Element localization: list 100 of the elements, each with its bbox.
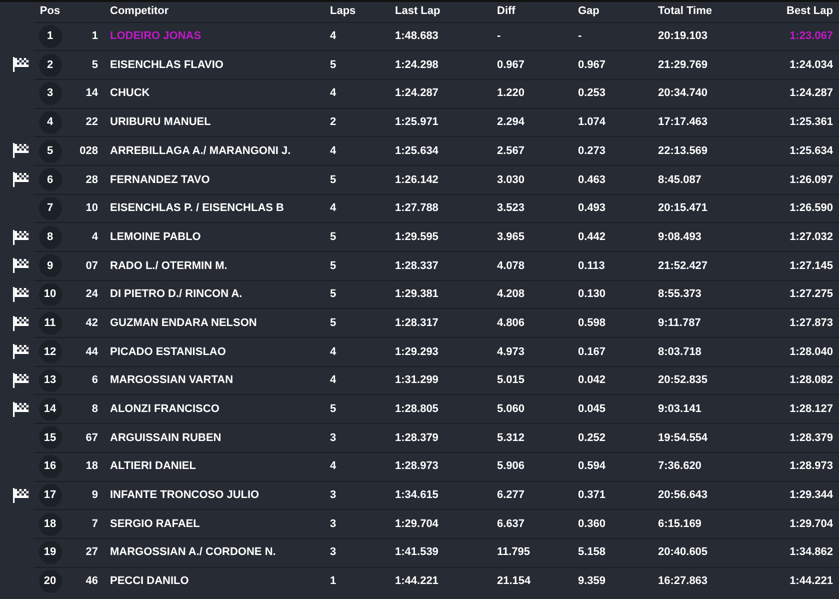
laps-count: 2 bbox=[330, 116, 336, 128]
competitor-name: CHUCK bbox=[110, 87, 150, 100]
gap-time: 0.371 bbox=[578, 489, 606, 502]
best-lap-time: 1:24.034 bbox=[790, 58, 833, 71]
position-badge: 3 bbox=[38, 82, 62, 106]
diff-time: 3.965 bbox=[497, 230, 525, 243]
gap-time: 0.360 bbox=[578, 518, 606, 530]
checkered-flag-icon bbox=[13, 402, 30, 417]
last-lap-time: 1:25.634 bbox=[395, 144, 438, 157]
competitor-name: ARGUISSAIN RUBEN bbox=[110, 432, 222, 444]
checkered-flag-icon bbox=[13, 488, 30, 503]
car-number: 4 bbox=[92, 230, 98, 243]
diff-time: 4.208 bbox=[497, 288, 525, 300]
checkered-flag-icon bbox=[13, 57, 30, 72]
last-lap-time: 1:27.788 bbox=[395, 202, 438, 214]
car-number: 5 bbox=[92, 58, 98, 71]
best-lap-time: 1:29.344 bbox=[790, 489, 833, 502]
laps-count: 3 bbox=[330, 489, 336, 502]
gap-time: 0.442 bbox=[578, 230, 606, 243]
last-lap-time: 1:29.595 bbox=[395, 230, 438, 243]
laps-count: 4 bbox=[330, 30, 336, 42]
total-time: 19:54.554 bbox=[658, 432, 708, 444]
diff-time: 4.806 bbox=[497, 316, 525, 329]
laps-count: 4 bbox=[330, 202, 336, 214]
last-lap-time: 1:41.539 bbox=[395, 546, 438, 558]
car-number: 24 bbox=[86, 288, 98, 300]
laps-header: Laps bbox=[330, 5, 356, 18]
competitor-name: ARREBILLAGA A./ MARANGONI J. bbox=[110, 144, 291, 157]
position-badge: 8 bbox=[38, 226, 62, 249]
position-badge: 16 bbox=[38, 455, 62, 478]
total-time: 20:19.103 bbox=[658, 30, 708, 42]
best-lap-time: 1:26.097 bbox=[790, 174, 833, 186]
last-lap-time: 1:28.805 bbox=[395, 403, 438, 416]
position-badge: 2 bbox=[38, 54, 62, 77]
competitor-name: SERGIO RAFAEL bbox=[110, 518, 200, 530]
last-lap-time: 1:25.971 bbox=[395, 116, 438, 128]
car-number: 10 bbox=[86, 202, 98, 214]
car-number: 22 bbox=[86, 116, 98, 128]
laps-count: 4 bbox=[330, 346, 336, 358]
laps-count: 5 bbox=[330, 230, 336, 243]
laps-count: 4 bbox=[330, 87, 336, 100]
diff-time: 5.906 bbox=[497, 460, 525, 472]
diff-time: 1.220 bbox=[497, 87, 525, 100]
car-number: 18 bbox=[86, 460, 98, 472]
competitor-name: LEMOINE PABLO bbox=[110, 230, 201, 243]
position-badge: 18 bbox=[38, 512, 62, 536]
car-number: 42 bbox=[86, 316, 98, 329]
total-time: 9:11.787 bbox=[658, 316, 701, 329]
best-lap-time: 1:44.221 bbox=[790, 575, 833, 588]
gap-time: 1.074 bbox=[578, 116, 606, 128]
pos-header: Pos bbox=[40, 5, 60, 18]
best-lap-time: 1:28.040 bbox=[790, 346, 833, 358]
checkered-flag-icon bbox=[13, 172, 30, 188]
competitor-name: PECCI DANILO bbox=[110, 575, 189, 588]
car-number: 07 bbox=[86, 260, 98, 272]
gap-time: 0.594 bbox=[578, 460, 606, 472]
last-lap-time: 1:29.293 bbox=[395, 346, 438, 358]
best-lap-time: 1:34.862 bbox=[790, 546, 833, 558]
total-time: 6:15.169 bbox=[658, 518, 702, 530]
best-lap-time: 1:28.127 bbox=[790, 403, 833, 416]
position-badge: 9 bbox=[38, 254, 62, 278]
gap-time: 0.598 bbox=[578, 316, 606, 329]
gap-time: 0.042 bbox=[578, 374, 606, 386]
position-badge: 1 bbox=[38, 24, 62, 48]
best-lap-time: 1:27.032 bbox=[790, 230, 833, 243]
diff-time: 5.312 bbox=[497, 432, 525, 444]
checkered-flag-icon bbox=[13, 316, 30, 331]
total-time: 20:34.740 bbox=[658, 87, 708, 100]
total-time: 9:03.141 bbox=[658, 403, 702, 416]
diff-time: 3.523 bbox=[497, 202, 525, 214]
competitor-name: EISENCHLAS FLAVIO bbox=[110, 58, 224, 71]
total-time: 20:56.643 bbox=[658, 489, 708, 502]
best-lap-time: 1:23.067 bbox=[790, 30, 833, 42]
competitor-header: Competitor bbox=[110, 5, 169, 18]
last-lap-time: 1:29.704 bbox=[395, 518, 438, 530]
last-lap-time: 1:28.317 bbox=[395, 316, 438, 329]
competitor-name: EISENCHLAS P. / EISENCHLAS B bbox=[110, 202, 284, 214]
position-badge: 17 bbox=[38, 484, 62, 507]
best-lap-time: 1:25.634 bbox=[790, 144, 833, 157]
diff-time: 4.973 bbox=[497, 346, 525, 358]
laps-count: 5 bbox=[330, 316, 336, 329]
gap-time: 0.113 bbox=[578, 260, 605, 272]
position-badge: 5 bbox=[38, 140, 62, 163]
competitor-name: MARGOSSIAN VARTAN bbox=[110, 374, 234, 386]
total-time-header: Total Time bbox=[658, 5, 712, 18]
last-lap-time: 1:29.381 bbox=[395, 288, 438, 300]
gap-time: 0.253 bbox=[578, 87, 606, 100]
total-time: 8:55.373 bbox=[658, 288, 702, 300]
total-time: 22:13.569 bbox=[658, 144, 708, 157]
total-time: 17:17.463 bbox=[658, 116, 708, 128]
laps-count: 5 bbox=[330, 403, 336, 416]
competitor-name: FERNANDEZ TAVO bbox=[110, 174, 210, 186]
gap-time: 0.273 bbox=[578, 144, 606, 157]
laps-count: 3 bbox=[330, 546, 336, 558]
last-lap-header: Last Lap bbox=[395, 5, 440, 18]
total-time: 21:29.769 bbox=[658, 58, 708, 71]
diff-time: 5.015 bbox=[497, 374, 525, 386]
position-badge: 4 bbox=[38, 110, 62, 134]
diff-time: 6.637 bbox=[497, 518, 525, 530]
car-number: 67 bbox=[86, 432, 98, 444]
